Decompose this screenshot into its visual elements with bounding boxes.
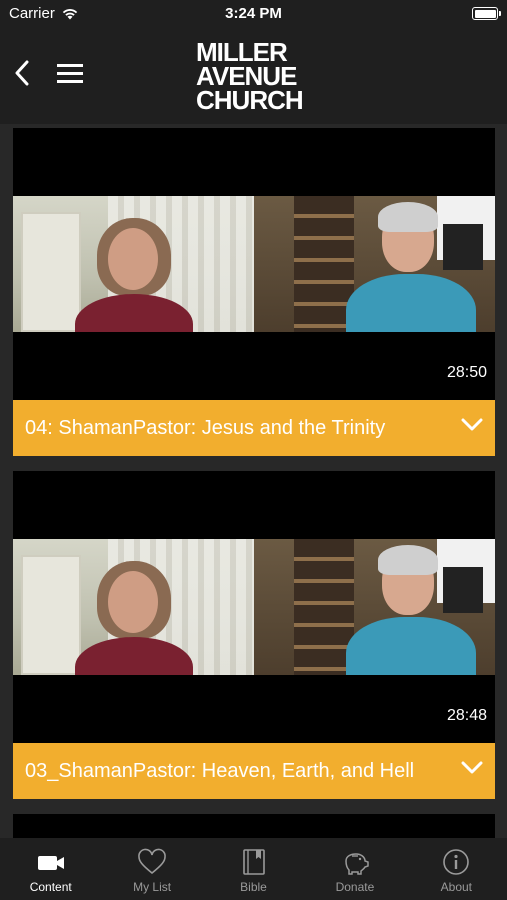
info-icon bbox=[443, 849, 470, 875]
tab-about[interactable]: About bbox=[406, 838, 507, 900]
clock: 3:24 PM bbox=[225, 5, 282, 22]
video-title-bar[interactable]: 03_ShamanPastor: Heaven, Earth, and Hell bbox=[13, 743, 495, 799]
video-card[interactable]: 28:50 04: ShamanPastor: Jesus and the Tr… bbox=[13, 128, 495, 456]
hamburger-icon bbox=[57, 64, 83, 67]
tab-label: My List bbox=[133, 880, 172, 894]
battery-icon bbox=[472, 7, 501, 20]
piggy-bank-icon bbox=[345, 853, 369, 875]
back-button[interactable] bbox=[8, 56, 36, 90]
video-title: 03_ShamanPastor: Heaven, Earth, and Hell bbox=[25, 759, 415, 782]
video-thumbnail[interactable]: 28:48 bbox=[13, 471, 495, 743]
tab-donate[interactable]: Donate bbox=[304, 838, 405, 900]
menu-button[interactable] bbox=[54, 58, 86, 88]
tab-label: Bible bbox=[240, 880, 267, 894]
video-card[interactable]: 28:48 03_ShamanPastor: Heaven, Earth, an… bbox=[13, 471, 495, 799]
tab-label: About bbox=[440, 880, 472, 894]
chevron-down-icon[interactable] bbox=[461, 418, 483, 432]
tab-my-list[interactable]: My List bbox=[101, 838, 202, 900]
tab-content[interactable]: Content bbox=[0, 838, 101, 900]
video-title: 04: ShamanPastor: Jesus and the Trinity bbox=[25, 416, 386, 439]
video-thumbnail[interactable]: 28:50 bbox=[13, 128, 495, 400]
church-logo: MILLER AVENUE CHURCH bbox=[196, 37, 304, 115]
heart-icon bbox=[138, 848, 166, 875]
tab-bible[interactable]: Bible bbox=[203, 838, 304, 900]
video-thumbnail[interactable] bbox=[13, 814, 495, 838]
nav-bar: MILLER AVENUE CHURCH bbox=[0, 28, 507, 124]
video-frame bbox=[13, 539, 495, 675]
chevron-left-icon bbox=[15, 60, 29, 86]
tab-label: Donate bbox=[335, 880, 375, 894]
video-duration: 28:50 bbox=[446, 364, 487, 381]
tab-label: Content bbox=[29, 880, 72, 894]
video-camera-icon bbox=[37, 856, 64, 870]
video-card[interactable] bbox=[13, 814, 495, 838]
video-frame bbox=[13, 196, 495, 332]
chevron-down-icon[interactable] bbox=[461, 761, 483, 775]
video-list[interactable]: 28:50 04: ShamanPastor: Jesus and the Tr… bbox=[0, 124, 507, 838]
status-bar: Carrier 3:24 PM bbox=[0, 0, 507, 28]
video-title-bar[interactable]: 04: ShamanPastor: Jesus and the Trinity bbox=[13, 400, 495, 456]
tab-bar: Content My List Bible Donate About bbox=[0, 838, 507, 900]
book-icon bbox=[242, 849, 265, 875]
video-duration: 28:48 bbox=[446, 707, 487, 724]
